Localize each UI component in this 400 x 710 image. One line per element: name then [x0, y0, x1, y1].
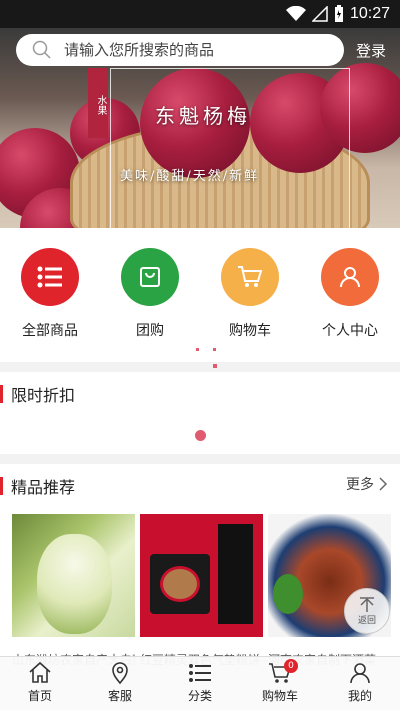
- nav-category[interactable]: 分类: [160, 657, 240, 710]
- chevron-right-icon: [379, 477, 388, 491]
- recommend-section: 精品推荐 更多 山东潍坊农家自产大白菜 红豆精灵双色气垫粉饼: [0, 464, 400, 667]
- category-icon-circle: [21, 248, 79, 306]
- app-root: 水果 东魁杨梅 美味/酸甜/天然/新鲜 10:27 登录: [0, 0, 400, 710]
- user-icon: [340, 267, 360, 288]
- nav-label: 购物车: [261, 689, 298, 703]
- back-to-top-button[interactable]: 返回: [344, 588, 390, 634]
- user-icon: [350, 663, 370, 684]
- status-time: 10:27: [349, 5, 390, 22]
- banner-title: 东魁杨梅: [155, 104, 251, 128]
- list-icon: [189, 664, 211, 682]
- flash-sale-section: 限时折扣: [0, 372, 400, 454]
- location-pin-icon: [112, 662, 128, 685]
- product-image-cosmetic[interactable]: [140, 514, 263, 637]
- search-bar[interactable]: [16, 34, 344, 66]
- bottom-navigation: 首页 客服 分类 0 购物车 我的: [0, 656, 400, 710]
- back-to-top-label: 返回: [357, 615, 376, 626]
- nav-mine[interactable]: 我的: [320, 657, 400, 710]
- nav-label: 首页: [27, 689, 52, 703]
- more-link[interactable]: 更多: [346, 474, 388, 494]
- nav-label: 分类: [187, 689, 212, 703]
- list-icon: [37, 266, 62, 288]
- nav-customer-service[interactable]: 客服: [80, 657, 160, 710]
- nav-label: 我的: [347, 689, 372, 703]
- category-all-products[interactable]: 全部商品: [0, 228, 100, 362]
- section-header: 限时折扣: [0, 382, 75, 406]
- cart-icon: [238, 266, 263, 287]
- battery-icon: [334, 5, 343, 22]
- product-image-cabbage[interactable]: [12, 514, 135, 637]
- shopping-bag-icon: [140, 267, 160, 287]
- nav-label: 客服: [107, 689, 132, 703]
- category-label: 购物车: [229, 323, 271, 339]
- more-label: 更多: [346, 477, 374, 493]
- product-card[interactable]: 红豆精灵双色气垫粉饼: [140, 514, 263, 668]
- category-icon-circle: [221, 248, 279, 306]
- section-accent-bar: [0, 477, 3, 495]
- product-card[interactable]: 山东潍坊农家自产大白菜: [12, 514, 135, 668]
- category-label: 全部商品: [22, 323, 78, 339]
- banner-subtitle: 美味/酸甜/天然/新鲜: [120, 169, 260, 184]
- search-icon: [32, 40, 51, 59]
- category-icon-circle: [321, 248, 379, 306]
- section-header: 精品推荐: [0, 474, 75, 498]
- product-list: 山东潍坊农家自产大白菜 红豆精灵双色气垫粉饼 河南农家自制下酒菜: [12, 514, 391, 668]
- signal-icon: [311, 6, 328, 22]
- wifi-icon: [285, 6, 306, 21]
- category-label: 团购: [136, 323, 164, 339]
- category-grid: 全部商品 团购 购物车 个人中心: [0, 228, 400, 362]
- category-group-buy[interactable]: 团购: [100, 228, 200, 362]
- category-label: 个人中心: [322, 323, 378, 339]
- cart-count-badge: 0: [284, 659, 298, 673]
- category-icon-circle: [121, 248, 179, 306]
- category-cart[interactable]: 购物车: [200, 228, 300, 362]
- flash-sale-title: 限时折扣: [11, 386, 76, 405]
- category-personal-center[interactable]: 个人中心: [300, 228, 400, 362]
- loading-dot: [195, 430, 206, 441]
- banner-tag: 水果: [88, 68, 108, 138]
- section-accent-bar: [0, 385, 3, 403]
- arrow-up-icon: [360, 596, 374, 612]
- login-button[interactable]: 登录: [356, 40, 386, 61]
- home-icon: [29, 661, 51, 683]
- search-input[interactable]: [64, 41, 324, 59]
- banner-frame: [110, 68, 350, 228]
- nav-home[interactable]: 首页: [0, 657, 80, 710]
- status-bar: 10:27: [0, 0, 400, 28]
- recommend-title: 精品推荐: [11, 478, 76, 497]
- nav-cart[interactable]: 0 购物车: [240, 657, 320, 710]
